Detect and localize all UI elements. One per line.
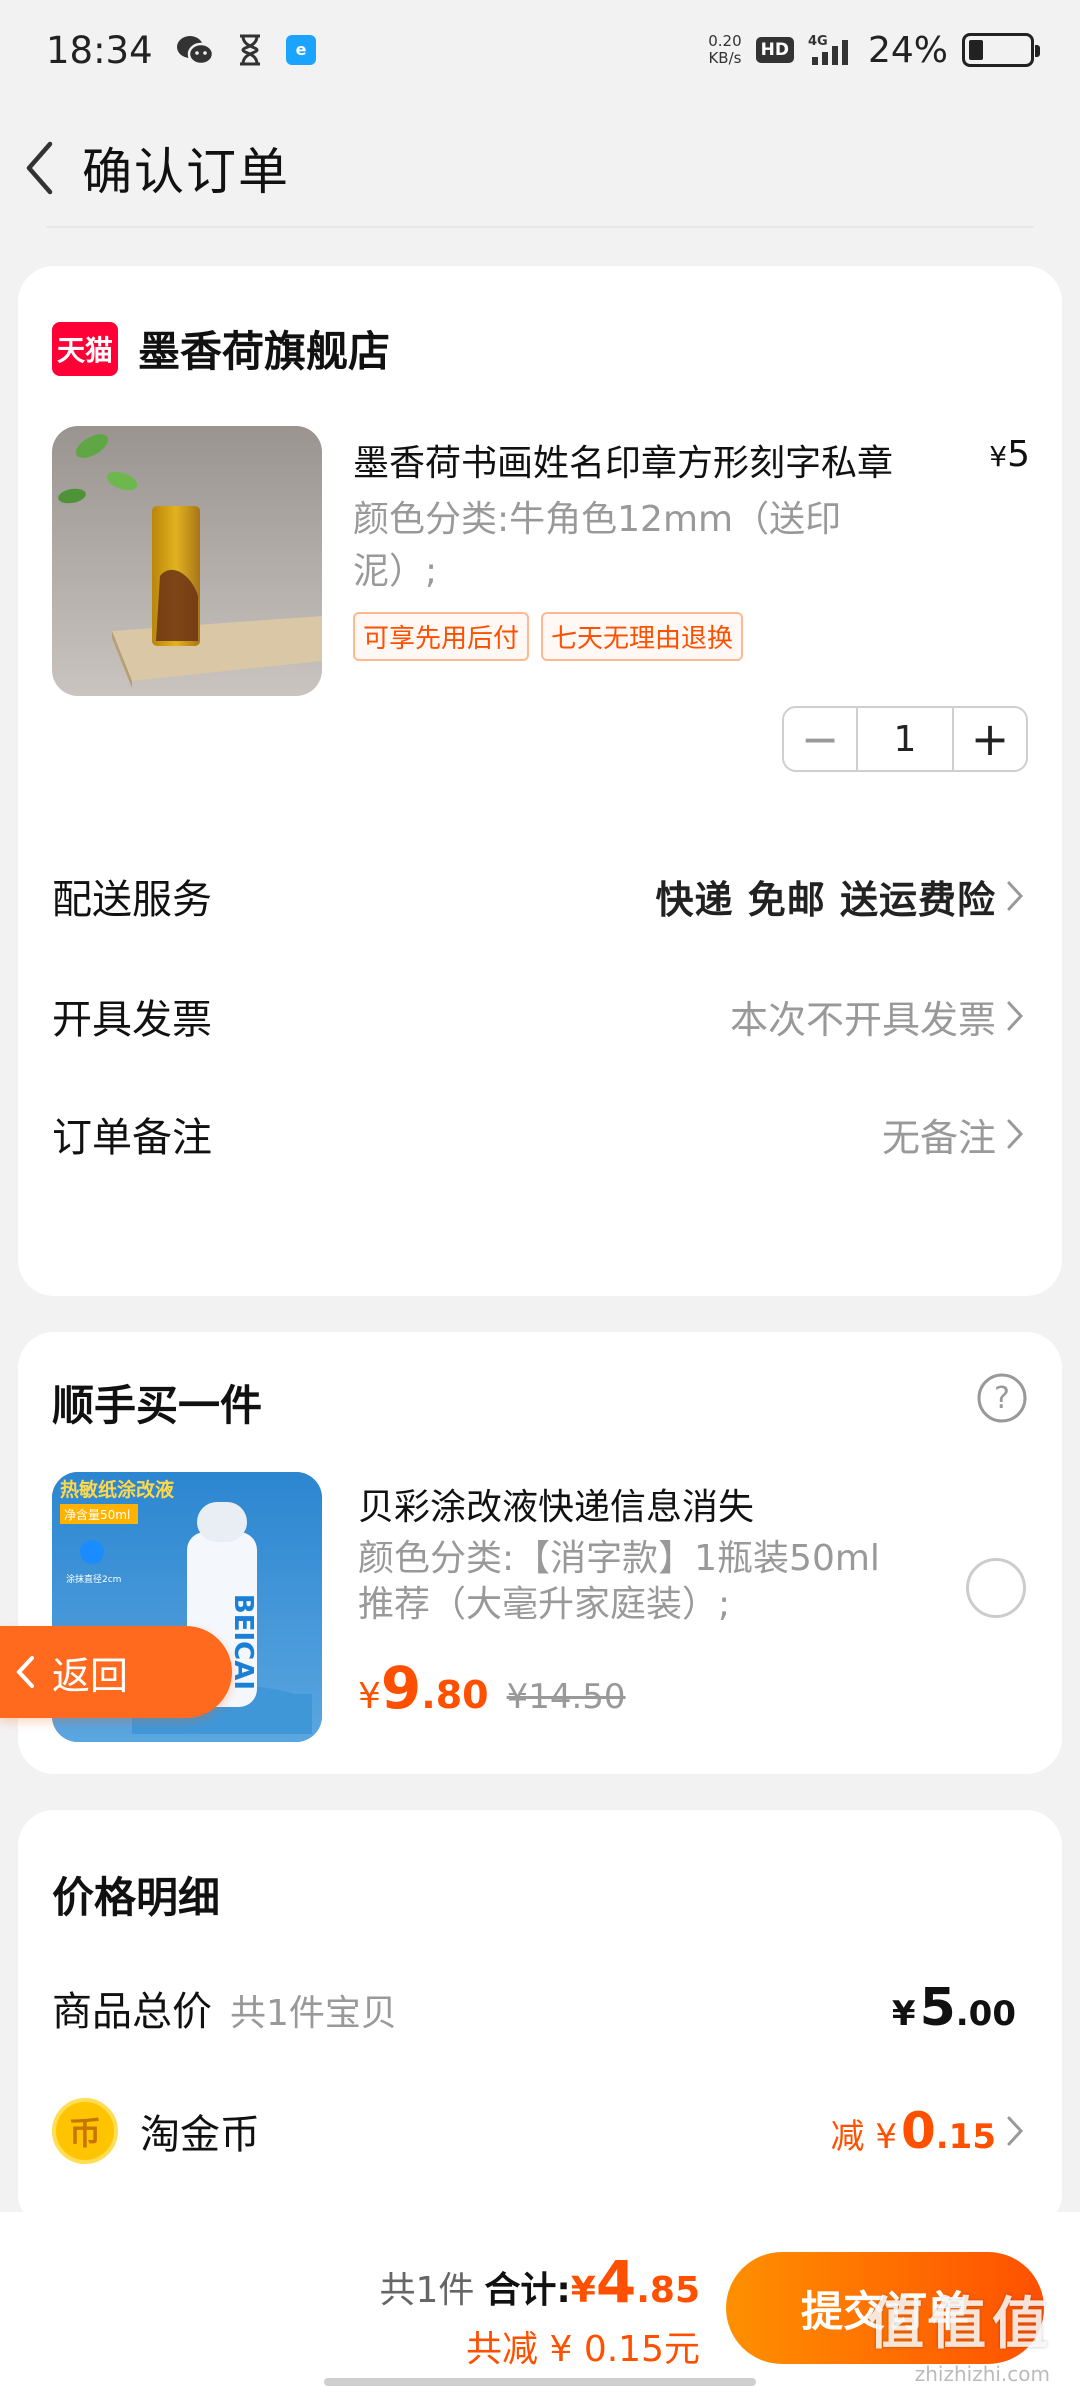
chevron-right-icon [1006, 2111, 1028, 2151]
status-time: 18:34 [46, 28, 153, 72]
product-tags: 可享先用后付 七天无理由退换 [353, 612, 744, 661]
remark-row[interactable]: 订单备注 无备注 [52, 1104, 1028, 1164]
chevron-left-icon [26, 141, 53, 195]
tag-seven-day-return: 七天无理由退换 [541, 612, 744, 661]
addon-original-price: ¥14.50 [506, 1677, 626, 1717]
watermark: 值值值 [868, 2292, 1054, 2357]
delivery-value: 快递 免邮 送运费险 [655, 877, 996, 922]
product-spec[interactable]: 颜色分类:牛角色12mm（送印泥）; [353, 494, 913, 598]
addon-select-radio[interactable] [966, 1558, 1026, 1618]
remark-label: 订单备注 [52, 1115, 212, 1161]
chevron-right-icon [1006, 1114, 1028, 1154]
tag-pay-later: 可享先用后付 [353, 612, 530, 661]
shop-name: 墨香荷旗舰店 [138, 327, 391, 376]
quantity-plus-button[interactable]: + [954, 708, 1026, 770]
delivery-label: 配送服务 [52, 877, 212, 923]
order-card: 天猫 墨香荷旗舰店 墨香荷书画姓名印章方形刻字私章 ¥5 颜色分类:牛角色12m… [18, 266, 1062, 1296]
addon-title: 顺手买一件 [52, 1381, 263, 1430]
floating-back-button[interactable]: 返回 [0, 1626, 232, 1718]
goods-total-label: 商品总价 [52, 1989, 212, 2035]
goods-total-price: ¥ 5 .00 [891, 1978, 1016, 2038]
goods-count: 共1件宝贝 [230, 1993, 397, 2034]
invoice-label: 开具发票 [52, 997, 212, 1043]
battery-percent: 24% [867, 29, 948, 71]
price-detail-title: 价格明细 [52, 1873, 221, 1922]
order-summary: 共1件 合计: ¥ 4 .85 共减 ¥ 0.15元 [379, 2248, 700, 2372]
delivery-row[interactable]: 配送服务 快递 免邮 送运费险 [52, 866, 1028, 926]
page-title: 确认订单 [82, 143, 290, 201]
back-button[interactable] [14, 133, 64, 203]
svg-text:4G: 4G [808, 34, 828, 49]
watermark-url: zhizhizhi.com [914, 2362, 1050, 2386]
invoice-value: 本次不开具发票 [729, 997, 996, 1042]
quantity-value[interactable]: 1 [856, 708, 954, 770]
addon-image-small-text: 涂抹直径2cm [66, 1573, 121, 1585]
chevron-right-icon [1006, 996, 1028, 1036]
invoice-row[interactable]: 开具发票 本次不开具发票 [52, 986, 1028, 1046]
summary-count: 共1件 [379, 2270, 475, 2311]
price-detail-card: 价格明细 商品总价 共1件宝贝 ¥ 5 .00 币 淘金币 减 ¥ 0 .15 [18, 1810, 1062, 2230]
chevron-left-icon [14, 1652, 44, 1692]
header-divider [46, 226, 1034, 228]
nav-header: 确认订单 [0, 108, 1080, 228]
addon-image-text-top: 热敏纸涂改液 [60, 1478, 175, 1501]
chevron-right-icon [1006, 876, 1028, 916]
signal-icon: 4G [808, 33, 854, 67]
floating-back-label: 返回 [52, 1653, 129, 1698]
hd-badge: HD [755, 37, 794, 63]
addon-product-name: 贝彩涂改液快递信息消失 [358, 1487, 755, 1528]
summary-total-price: ¥ 4 .85 [570, 2248, 700, 2316]
app-e-icon: e [285, 34, 317, 66]
tao-coin-label: 淘金币 [140, 2112, 260, 2158]
net-speed: 0.20 KB/s [708, 32, 742, 67]
summary-total-label: 合计: [484, 2270, 571, 2311]
svg-text:?: ? [994, 1381, 1010, 1416]
product-title: 墨香荷书画姓名印章方形刻字私章 [353, 443, 894, 484]
goods-total-row: 商品总价 共1件宝贝 ¥ 5 .00 [52, 1978, 1016, 2038]
battery-level [969, 40, 983, 60]
tao-coin-row[interactable]: 币 淘金币 减 ¥ 0 .15 [52, 2096, 1028, 2166]
addon-image-badge: 净含量50ml [64, 1507, 130, 1522]
addon-image-brand: BEICAI [228, 1594, 258, 1690]
remark-value: 无备注 [881, 1115, 996, 1160]
quantity-minus-button[interactable]: − [784, 708, 856, 770]
wechat-icon [175, 33, 215, 67]
coin-icon: 币 [52, 2098, 118, 2164]
quantity-stepper: − 1 + [782, 706, 1028, 772]
summary-saved: 共减 ¥ 0.15元 [466, 2329, 700, 2370]
shop-header[interactable]: 天猫 墨香荷旗舰店 [52, 318, 390, 379]
checkout-bar: 共1件 合计: ¥ 4 .85 共减 ¥ 0.15元 提交订单 值值值 zhiz… [0, 2212, 1080, 2400]
product-image[interactable] [52, 426, 322, 696]
tmall-logo: 天猫 [52, 321, 118, 376]
status-bar: 18:34 e 0.20 KB/s HD 4G 24% [0, 0, 1080, 100]
svg-text:e: e [295, 40, 306, 59]
help-icon[interactable]: ? [976, 1372, 1028, 1424]
home-indicator[interactable] [324, 2378, 756, 2386]
hourglass-icon [237, 33, 263, 67]
tao-coin-discount: 减 ¥ 0 .15 [830, 2102, 996, 2160]
product-price: ¥5 [989, 434, 1030, 475]
addon-price: ¥ 9 .80 ¥14.50 [358, 1654, 626, 1722]
battery-icon [962, 33, 1040, 67]
addon-product-spec: 颜色分类:【消字款】1瓶装50ml 推荐（大毫升家庭装）; [358, 1538, 880, 1625]
